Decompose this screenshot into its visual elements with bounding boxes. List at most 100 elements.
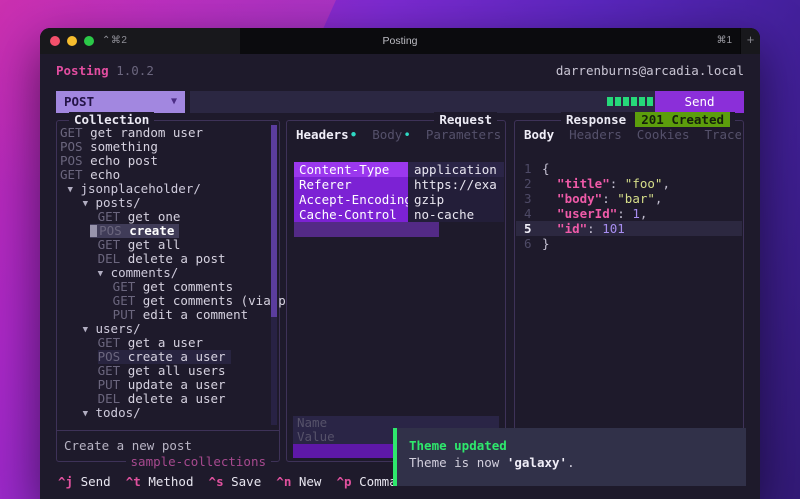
footer-binding-method[interactable]: ^t Method (111, 474, 194, 489)
tree-item[interactable]: DEL delete a post (98, 252, 231, 266)
chevron-down-icon: ▼ (171, 91, 177, 113)
user-host-label: darrenburns@arcadia.local (556, 63, 744, 81)
json-code: } (542, 236, 550, 251)
json-token: : (610, 176, 625, 191)
json-token: "body" (542, 191, 602, 206)
json-code: { (542, 161, 550, 176)
url-bar: POST ▼ https://jsonplaceholder.typicode.… (56, 91, 744, 113)
json-line: 5 "id": 101 (516, 221, 742, 236)
tree-item[interactable]: GET echo (60, 168, 125, 182)
window-title: Posting (40, 35, 760, 47)
footer-binding-new[interactable]: ^n New (261, 474, 321, 489)
tab-label: Trace (704, 127, 741, 142)
footer-binding-save[interactable]: ^s Save (193, 474, 261, 489)
method-dropdown[interactable]: POST ▼ (56, 91, 185, 113)
new-tab-button[interactable]: + (740, 28, 760, 54)
key-action-label: Send (81, 474, 111, 489)
tree-folder[interactable]: ▼ todos/ (83, 406, 146, 420)
tree-item[interactable]: POS echo post (60, 154, 163, 168)
json-line: 3 "body": "bar", (516, 191, 742, 206)
terminal-window: ⌃⌘2 Posting ⌘1 + Posting 1.0.2 darrenbur… (40, 28, 760, 499)
tree-folder[interactable]: ▼ jsonplaceholder/ (68, 182, 206, 196)
folder-label: jsonplaceholder/ (73, 181, 201, 196)
scrollbar-thumb[interactable] (271, 125, 277, 317)
footer-binding-send[interactable]: ^j Send (58, 474, 111, 489)
desktop-background: ⌃⌘2 Posting ⌘1 + Posting 1.0.2 darrenbur… (0, 0, 800, 499)
tab-request-parameters[interactable]: Parameters (426, 127, 501, 142)
header-value-cell: https://exa (408, 177, 504, 192)
app-title: Posting 1.0.2 (56, 63, 154, 81)
tree-item[interactable]: GET get comments (113, 280, 238, 294)
json-token: : (617, 206, 632, 221)
json-code: "body": "bar", (542, 191, 662, 206)
tree-folder[interactable]: ▼ comments/ (98, 266, 184, 280)
json-token: , (640, 206, 648, 221)
request-label: get a user (128, 335, 203, 350)
tab-request-body[interactable]: Body• (372, 127, 411, 142)
tree-item[interactable]: GET get random user (60, 126, 208, 140)
tree-item[interactable]: GET get all (98, 238, 186, 252)
tree-item[interactable]: POS create (90, 224, 179, 238)
toast-notification[interactable]: Theme updated Theme is now 'galaxy'. (393, 428, 746, 486)
tree-item[interactable]: PUT update a user (98, 378, 231, 392)
json-line: 4 "userId": 1, (516, 206, 742, 221)
request-label: delete a user (128, 391, 226, 406)
http-method-label: PUT (113, 307, 143, 322)
tab-response-cookies[interactable]: Cookies (637, 127, 690, 142)
collection-footer: Create a new post (57, 430, 279, 461)
spacer (261, 474, 276, 489)
tree-folder[interactable]: ▼ posts/ (83, 196, 146, 210)
trace-blocks (607, 97, 661, 106)
http-method-label: DEL (98, 391, 128, 406)
http-method-label: GET (98, 209, 128, 224)
response-panel: Response 201 Created BodyHeadersCookiesT… (514, 120, 744, 462)
footer-keybindings: ^j Send ^t Method ^s Save ^n New ^p Comm… (58, 474, 419, 490)
tree-item[interactable]: GET get one (98, 210, 186, 224)
trace-block-icon (631, 97, 637, 106)
http-method-label: GET (60, 125, 90, 140)
header-row[interactable]: Content-Typeapplication (294, 162, 504, 177)
line-number: 6 (516, 236, 542, 251)
tree-item[interactable]: GET get a user (98, 336, 208, 350)
header-row[interactable] (294, 222, 504, 237)
header-value-cell: application (408, 162, 504, 177)
tab-response-body[interactable]: Body (524, 127, 554, 142)
tree-folder[interactable]: ▼ users/ (83, 322, 146, 336)
request-label: create (129, 223, 174, 238)
response-tabs: Body Headers Cookies Trace (524, 127, 741, 142)
json-token: : (602, 191, 617, 206)
tree-item[interactable]: PUT edit a comment (113, 308, 253, 322)
folder-label: todos/ (88, 405, 141, 420)
request-label: echo post (90, 153, 158, 168)
trace-block-icon (615, 97, 621, 106)
tree-item[interactable]: POS something (60, 140, 163, 154)
method-value: POST (64, 94, 94, 109)
request-description: Create a new post (57, 431, 279, 453)
header-row[interactable]: Cache-Controlno-cache (294, 207, 504, 222)
json-token: "userId" (542, 206, 617, 221)
window-shortcut-label: ⌘1 (716, 35, 732, 46)
url-input[interactable]: https://jsonplaceholder.typicode.com/pos… (190, 91, 666, 113)
tab-response-trace[interactable]: Trace (704, 127, 741, 142)
trace-block-icon (623, 97, 629, 106)
http-method-label: POS (60, 153, 90, 168)
app-name: Posting (56, 63, 109, 78)
send-button[interactable]: Send (655, 91, 744, 113)
response-panel-title: Response (566, 112, 626, 127)
header-name-cell: Content-Type (294, 162, 408, 177)
modified-dot-icon: • (350, 127, 358, 142)
tree-item[interactable]: GET get comments (via p (113, 294, 291, 308)
tab-request-headers[interactable]: Headers• (296, 127, 357, 142)
tab-response-headers[interactable]: Headers (569, 127, 622, 142)
http-method-label: POS (99, 223, 129, 238)
tree-item[interactable]: DEL delete a user (98, 392, 231, 406)
tree-item[interactable]: POS create a user (98, 350, 231, 364)
request-label: update a user (128, 377, 226, 392)
json-token: , (662, 176, 670, 191)
request-label: delete a post (128, 251, 226, 266)
tree-item[interactable]: GET get all users (98, 364, 231, 378)
header-row[interactable]: Accept-Encodinggzip (294, 192, 504, 207)
line-number: 1 (516, 161, 542, 176)
collection-scrollbar[interactable] (271, 125, 277, 425)
header-row[interactable]: Refererhttps://exa (294, 177, 504, 192)
